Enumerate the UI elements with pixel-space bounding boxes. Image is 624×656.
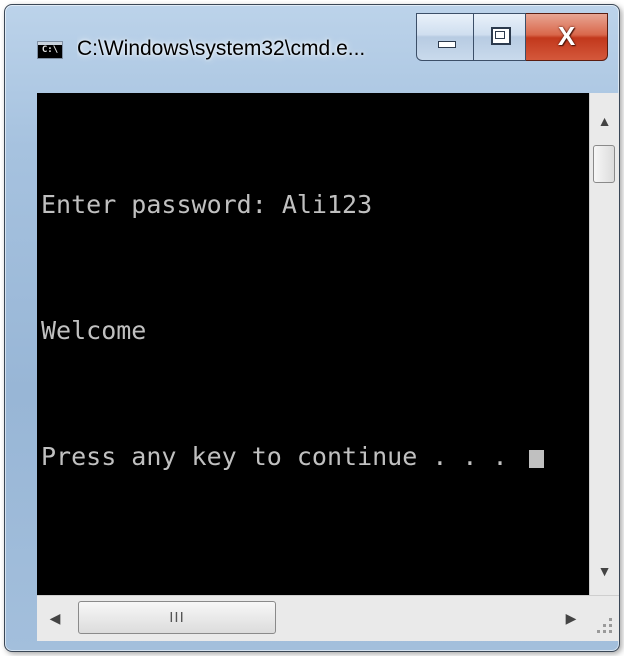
console-lines: Enter password: Ali123 Welcome Press any…: [41, 100, 544, 562]
horizontal-scroll-thumb[interactable]: III: [78, 601, 276, 634]
caption-buttons: X: [416, 13, 608, 61]
vertical-scrollbar[interactable]: ▲ ▼: [589, 93, 619, 595]
console-line: Welcome: [41, 316, 147, 345]
console-line: Press any key to continue . . .: [41, 436, 544, 478]
text-cursor: [528, 450, 544, 468]
resize-grip-icon[interactable]: [589, 595, 619, 641]
scroll-left-arrow-icon[interactable]: ◀: [39, 596, 71, 640]
window-title: C:\Windows\system32\cmd.e...: [77, 37, 366, 60]
maximize-button[interactable]: [474, 13, 526, 61]
vertical-scroll-thumb[interactable]: [593, 145, 615, 183]
console-window: C:\ C:\Windows\system32\cmd.e... X Enter…: [4, 4, 620, 652]
close-button[interactable]: X: [526, 13, 608, 61]
minimize-button[interactable]: [416, 13, 474, 61]
minimize-icon: [438, 41, 456, 48]
horizontal-scrollbar[interactable]: ◀ III ▶: [37, 595, 589, 641]
console-line: Enter password: Ali123: [41, 190, 373, 219]
console-line-text: Press any key to continue . . .: [41, 442, 523, 471]
scroll-down-arrow-icon[interactable]: ▼: [590, 561, 619, 581]
title-bar[interactable]: C:\ C:\Windows\system32\cmd.e... X: [5, 5, 619, 87]
scroll-right-arrow-icon[interactable]: ▶: [555, 596, 587, 640]
scroll-up-arrow-icon[interactable]: ▲: [590, 111, 619, 131]
close-icon: X: [557, 21, 576, 51]
maximize-icon: [491, 27, 511, 45]
console-output[interactable]: Enter password: Ali123 Welcome Press any…: [37, 93, 589, 595]
cmd-app-icon[interactable]: C:\: [37, 41, 63, 59]
